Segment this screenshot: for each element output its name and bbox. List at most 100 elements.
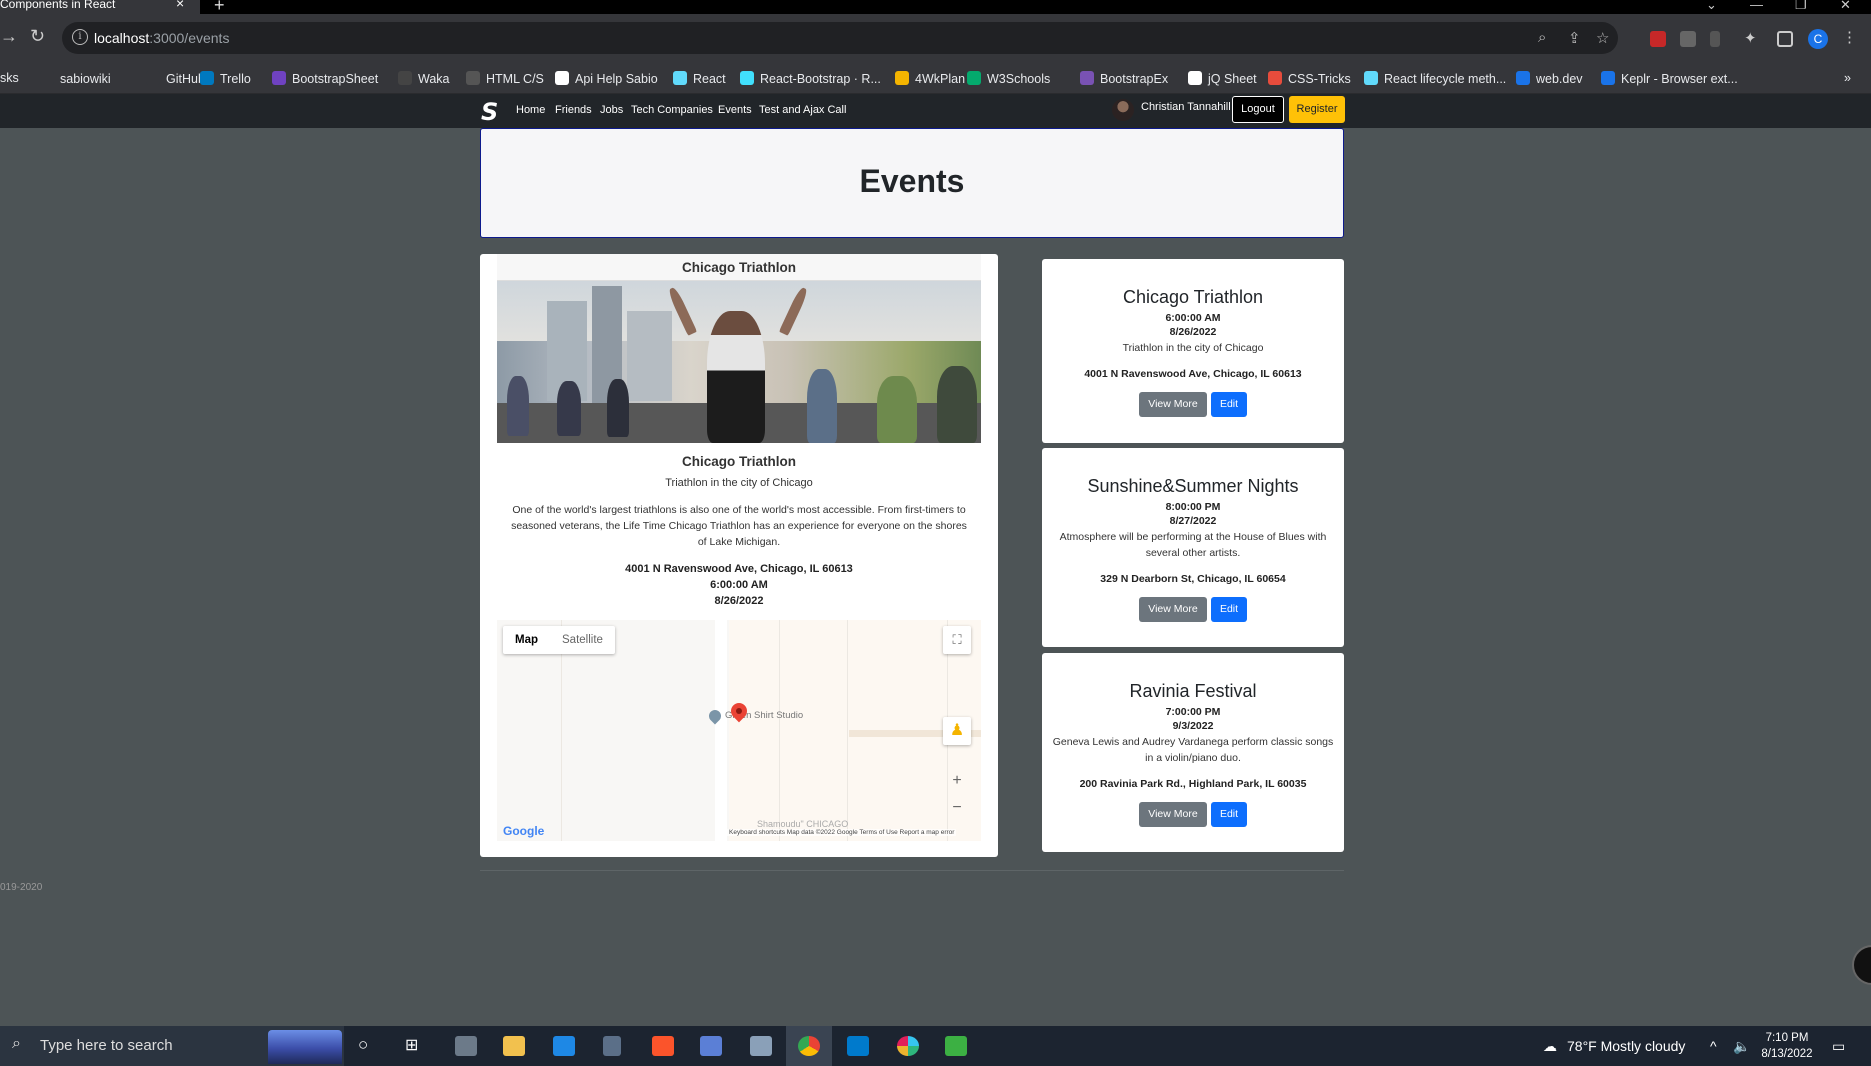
event-card: Sunshine&Summer Nights 8:00:00 PM 8/27/2… — [1042, 448, 1344, 647]
bookmark-item[interactable]: GitHub — [146, 71, 205, 86]
edit-button[interactable]: Edit — [1211, 392, 1247, 417]
bookmark-favicon-icon — [740, 71, 754, 85]
app-icon[interactable] — [750, 1036, 772, 1056]
bookmark-favicon-icon — [398, 71, 412, 85]
edit-button[interactable]: Edit — [1211, 597, 1247, 622]
event-card-title: Chicago Triathlon — [1122, 287, 1264, 307]
bookmark-label: BootstrapEx — [1100, 72, 1169, 86]
zoom-out-button[interactable]: − — [943, 794, 971, 822]
camera-app-icon[interactable] — [455, 1036, 477, 1056]
event-photo — [497, 281, 981, 443]
bookmark-item[interactable]: 4WkPlan — [895, 71, 965, 86]
weather-icon[interactable]: ☁ — [1543, 1038, 1557, 1055]
chrome-icon[interactable] — [798, 1036, 820, 1056]
register-button[interactable]: Register — [1289, 96, 1345, 123]
nav-tech-companies[interactable]: Tech Companies — [631, 104, 713, 116]
bookmark-item[interactable]: Trello — [200, 71, 251, 86]
view-more-button[interactable]: View More — [1139, 802, 1207, 827]
bookmark-item[interactable]: sks — [0, 71, 19, 85]
mail-icon[interactable] — [553, 1036, 575, 1056]
bookmark-label: jQ Sheet — [1208, 72, 1257, 86]
nav-friends[interactable]: Friends — [555, 104, 592, 116]
profile-avatar[interactable]: C — [1808, 29, 1828, 49]
floating-action-button[interactable] — [1852, 945, 1871, 985]
restore-icon[interactable]: ❐ — [1795, 0, 1807, 13]
fullscreen-icon[interactable]: ⛶ — [943, 626, 971, 654]
tray-overflow-icon[interactable]: ^ — [1710, 1038, 1717, 1054]
zoom-icon[interactable]: ⌕ — [1538, 29, 1546, 46]
brand-logo[interactable]: S — [481, 98, 498, 126]
event-map[interactable]: Map Satellite ⛶ ♟ + − Green Shirt Studio … — [497, 620, 981, 841]
bookmark-item[interactable]: BootstrapEx — [1080, 71, 1168, 86]
nav-test-ajax[interactable]: Test and Ajax Call — [759, 104, 846, 116]
bookmark-star-icon[interactable]: ☆ — [1596, 29, 1609, 47]
reload-icon[interactable]: ↻ — [30, 26, 45, 47]
bookmark-favicon-icon — [146, 71, 160, 85]
browser-tab[interactable]: Components in React × — [0, 0, 200, 14]
zoom-in-button[interactable]: + — [943, 767, 971, 795]
weather-text[interactable]: 78°F Mostly cloudy — [1567, 1038, 1685, 1054]
map-attribution[interactable]: Keyboard shortcuts Map data ©2022 Google… — [727, 829, 957, 836]
extension-red-icon[interactable] — [1650, 31, 1666, 47]
bookmark-item[interactable]: React-Bootstrap · R... — [740, 71, 881, 86]
edit-button[interactable]: Edit — [1211, 802, 1247, 827]
event-card-time: 7:00:00 PM — [1165, 706, 1221, 718]
site-info-icon[interactable]: i — [72, 29, 88, 45]
event-detail-card: Chicago Triathlon Chicago Triathlon Tria… — [480, 254, 998, 857]
map-type-satellite[interactable]: Satellite — [550, 626, 615, 654]
minimize-icon[interactable]: — — [1750, 0, 1763, 12]
nav-events[interactable]: Events — [718, 104, 752, 116]
bookmark-item[interactable]: CSS-Tricks — [1268, 71, 1351, 86]
bookmark-item[interactable]: sabiowiki — [40, 71, 111, 86]
node-icon[interactable] — [945, 1036, 967, 1056]
forward-icon[interactable]: → — [0, 26, 18, 47]
logout-button[interactable]: Logout — [1232, 96, 1284, 123]
nav-jobs[interactable]: Jobs — [600, 104, 623, 116]
brave-icon[interactable] — [652, 1036, 674, 1056]
bookmark-item[interactable]: Keplr - Browser ext... — [1601, 71, 1738, 86]
pegman-icon[interactable]: ♟ — [943, 717, 971, 745]
bookmarks-overflow-icon[interactable]: » — [1844, 71, 1851, 85]
volume-icon[interactable]: 🔈 — [1733, 1038, 1750, 1055]
view-more-button[interactable]: View More — [1139, 392, 1207, 417]
extensions-puzzle-icon[interactable]: ✦ — [1744, 29, 1760, 47]
taskbar-search-placeholder: Type here to search — [40, 1037, 173, 1054]
tab-search-icon[interactable]: ⌄ — [1706, 0, 1717, 13]
side-panel-icon[interactable] — [1777, 31, 1793, 47]
bookmark-item[interactable]: React — [673, 71, 726, 86]
tab-close-icon[interactable]: × — [176, 0, 184, 10]
bookmark-label: web.dev — [1536, 72, 1583, 86]
app-navbar: S Home Friends Jobs Tech Companies Event… — [0, 94, 1871, 128]
vscode-icon[interactable] — [847, 1036, 869, 1056]
file-explorer-icon[interactable] — [503, 1036, 525, 1056]
bookmark-item[interactable]: W3Schools — [967, 71, 1050, 86]
bookmark-item[interactable]: web.dev — [1516, 71, 1583, 86]
address-bar[interactable]: i localhost:3000/events ⌕ ⇪ ☆ — [62, 22, 1618, 54]
cortana-icon[interactable]: ○ — [358, 1035, 368, 1055]
map-gridline — [779, 620, 780, 841]
event-card-summary: Geneva Lewis and Audrey Vardanega perfor… — [1052, 736, 1334, 764]
notifications-icon[interactable]: ▭ — [1832, 1038, 1845, 1055]
map-type-map[interactable]: Map — [503, 626, 550, 654]
app-icon[interactable] — [700, 1036, 722, 1056]
slack-icon[interactable] — [897, 1036, 919, 1056]
taskbar-clock[interactable]: 7:10 PM 8/13/2022 — [1752, 1030, 1822, 1062]
task-view-icon[interactable]: ⊞ — [405, 1035, 418, 1055]
bookmark-item[interactable]: Waka — [398, 71, 450, 86]
close-window-icon[interactable]: ✕ — [1840, 0, 1851, 13]
bookmark-item[interactable]: jQ Sheet — [1188, 71, 1257, 86]
taskbar-search[interactable]: ⌕ Type here to search — [0, 1026, 344, 1066]
calculator-icon[interactable] — [603, 1036, 621, 1056]
bookmark-item[interactable]: BootstrapSheet — [272, 71, 378, 86]
extension-figure-icon[interactable] — [1710, 31, 1720, 47]
bookmark-item[interactable]: Api Help Sabio — [555, 71, 658, 86]
chrome-menu-icon[interactable]: ⋮ — [1842, 28, 1858, 46]
extension-gray-icon[interactable] — [1680, 31, 1696, 47]
share-icon[interactable]: ⇪ — [1568, 29, 1581, 47]
bookmark-item[interactable]: React lifecycle meth... — [1364, 71, 1506, 86]
nav-home[interactable]: Home — [516, 104, 545, 116]
map-road — [715, 620, 727, 841]
view-more-button[interactable]: View More — [1139, 597, 1207, 622]
bookmark-item[interactable]: HTML C/S — [466, 71, 544, 86]
user-name: Christian Tannahill — [1141, 101, 1231, 113]
